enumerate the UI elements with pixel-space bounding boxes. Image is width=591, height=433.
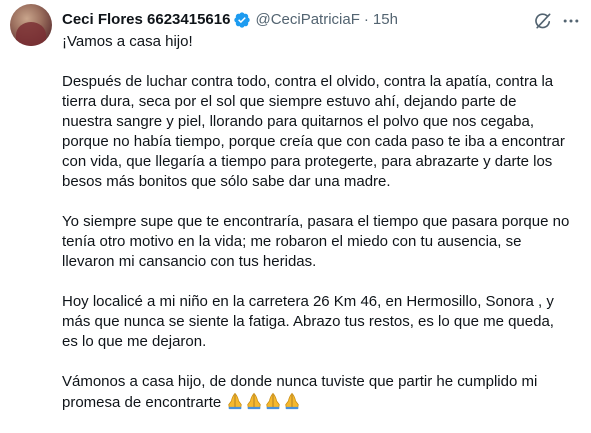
tweet-paragraph: Después de luchar contra todo, contra el… xyxy=(62,73,565,190)
emoji-row xyxy=(225,392,301,411)
separator-dot: · xyxy=(363,11,369,28)
tweet-text: ¡Vamos a casa hijo! Después de luchar co… xyxy=(62,32,584,433)
grok-icon[interactable] xyxy=(533,11,553,31)
tweet: Ceci Flores 6623415616 @CeciPatriciaF · … xyxy=(0,0,591,420)
folded-hands-emoji xyxy=(285,392,300,410)
folded-hands-emoji xyxy=(247,392,262,410)
tweet-paragraph: ¡Vamos a casa hijo! xyxy=(62,33,193,50)
verified-badge-icon xyxy=(234,12,251,28)
tweet-header: Ceci Flores 6623415616 @CeciPatriciaF · … xyxy=(62,9,398,31)
more-options-icon[interactable] xyxy=(561,11,581,31)
display-name[interactable]: Ceci Flores 6623415616 xyxy=(62,9,230,31)
tweet-paragraph: Hoy localicé a mi niño en la carretera 2… xyxy=(62,293,554,350)
user-handle[interactable]: @CeciPatriciaF xyxy=(255,9,359,31)
avatar[interactable] xyxy=(10,4,52,46)
tweet-paragraph: Yo siempre supe que te encontraría, pasa… xyxy=(62,213,570,270)
timestamp[interactable]: 15h xyxy=(373,9,398,31)
tweet-last-paragraph: Vámonos a casa hijo, de donde nunca tuvi… xyxy=(62,372,584,413)
folded-hands-emoji xyxy=(228,392,243,410)
folded-hands-emoji xyxy=(266,392,281,410)
avatar-photo xyxy=(16,22,46,46)
